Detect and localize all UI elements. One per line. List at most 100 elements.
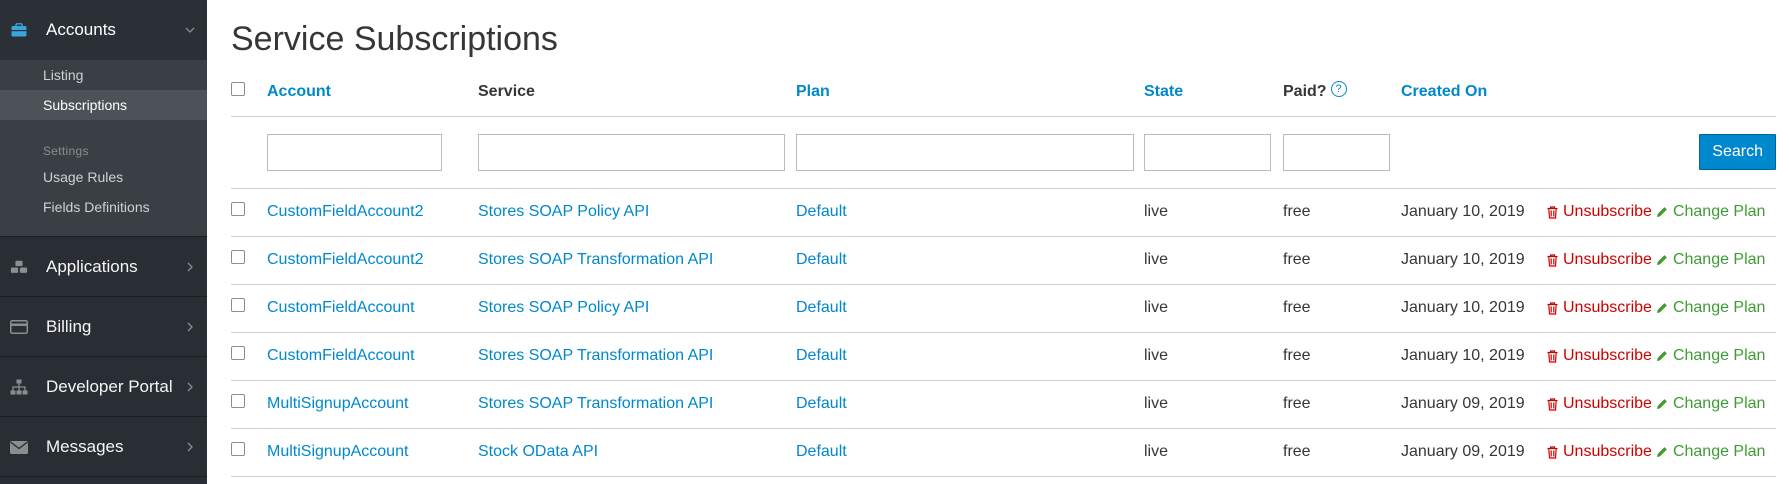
plan-filter-input[interactable]	[796, 133, 1134, 171]
sidebar-item-fields-definitions[interactable]: Fields Definitions	[0, 192, 207, 222]
account-link[interactable]: CustomFieldAccount	[267, 347, 415, 364]
sidebar-item-subscriptions[interactable]: Subscriptions	[0, 90, 207, 120]
chevron-right-icon	[185, 382, 195, 392]
plan-link[interactable]: Default	[796, 251, 847, 268]
service-cell: Stores SOAP Policy API	[478, 284, 796, 333]
plan-link[interactable]: Default	[796, 203, 847, 220]
row-checkbox[interactable]	[231, 201, 245, 216]
created-on-cell: January 09, 2019	[1401, 380, 1546, 429]
state-column-header[interactable]: State	[1144, 68, 1283, 117]
cubes-icon	[10, 258, 28, 276]
account-link[interactable]: CustomFieldAccount2	[267, 203, 424, 220]
change-plan-link[interactable]: Change Plan	[1656, 443, 1766, 461]
service-cell: Stock OData API	[478, 428, 796, 477]
plan-column-header[interactable]: Plan	[796, 68, 1144, 117]
filter-cell	[267, 116, 478, 189]
unsubscribe-link[interactable]: Unsubscribe	[1546, 443, 1652, 461]
sidebar-item-listing[interactable]: Listing	[0, 60, 207, 90]
plan-cell: Default	[796, 236, 1144, 285]
row-checkbox[interactable]	[231, 249, 245, 264]
paid-cell: free	[1283, 236, 1401, 285]
sidebar-item-label: Accounts	[46, 20, 116, 39]
unsubscribe-link[interactable]: Unsubscribe	[1546, 251, 1652, 269]
select-all-checkbox[interactable]	[231, 81, 245, 96]
sidebar-item-messages[interactable]: Messages	[0, 417, 207, 477]
row-actions: Unsubscribe Change Plan	[1546, 251, 1776, 269]
plan-link[interactable]: Default	[796, 395, 847, 412]
account-link[interactable]: MultiSignupAccount	[267, 443, 408, 460]
chevron-down-icon	[185, 25, 195, 35]
row-checkbox[interactable]	[231, 393, 245, 408]
unsubscribe-link[interactable]: Unsubscribe	[1546, 203, 1652, 221]
account-column-header[interactable]: Account	[267, 68, 478, 117]
sidebar-item-label: Developer Portal	[46, 377, 173, 396]
sidebar-item-usage-rules[interactable]: Usage Rules	[0, 162, 207, 192]
trash-icon	[1546, 397, 1559, 411]
plan-link[interactable]: Default	[796, 347, 847, 364]
sidebar-item-developer-portal[interactable]: Developer Portal	[0, 357, 207, 417]
state-cell: live	[1144, 332, 1283, 381]
plan-cell: Default	[796, 380, 1144, 429]
table-row: MultiSignupAccount Stores SOAP Transform…	[231, 380, 1776, 429]
created-on-column-header[interactable]: Created On	[1401, 68, 1546, 117]
paid-filter-input[interactable]	[1283, 133, 1390, 171]
table-row: CustomFieldAccount Stores SOAP Policy AP…	[231, 284, 1776, 333]
service-cell: Stores SOAP Transformation API	[478, 380, 796, 429]
sidebar-item-applications[interactable]: Applications	[0, 237, 207, 297]
trash-icon	[1546, 301, 1559, 315]
account-cell: CustomFieldAccount	[267, 332, 478, 381]
unsubscribe-link[interactable]: Unsubscribe	[1546, 299, 1652, 317]
table-row: CustomFieldAccount2 Stores SOAP Policy A…	[231, 188, 1776, 237]
change-plan-link[interactable]: Change Plan	[1656, 395, 1765, 413]
search-button[interactable]: Search	[1699, 134, 1776, 170]
row-select-cell	[231, 188, 267, 237]
row-checkbox[interactable]	[231, 345, 245, 360]
plan-link[interactable]: Default	[796, 299, 847, 316]
envelope-icon	[10, 438, 28, 456]
service-filter-input[interactable]	[478, 133, 785, 171]
trash-icon	[1546, 445, 1559, 459]
select-all-cell	[231, 68, 267, 117]
service-link[interactable]: Stores SOAP Policy API	[478, 203, 649, 220]
change-plan-link[interactable]: Change Plan	[1656, 251, 1765, 269]
account-link[interactable]: MultiSignupAccount	[267, 395, 408, 412]
account-cell: CustomFieldAccount2	[267, 236, 478, 285]
service-link[interactable]: Stores SOAP Transformation API	[478, 395, 713, 412]
state-cell: live	[1144, 428, 1283, 477]
change-plan-label: Change Plan	[1672, 443, 1766, 460]
chevron-right-icon	[185, 322, 195, 332]
unsubscribe-link[interactable]: Unsubscribe	[1546, 347, 1652, 365]
sidebar-item-label: Applications	[46, 257, 138, 276]
service-link[interactable]: Stock OData API	[478, 443, 598, 460]
paid-cell: free	[1283, 188, 1401, 237]
paid-column-header: Paid??	[1283, 68, 1401, 117]
pencil-icon	[1656, 205, 1669, 219]
help-icon[interactable]: ?	[1330, 80, 1347, 97]
actions-cell: Unsubscribe Change Plan	[1546, 188, 1776, 237]
plan-link[interactable]: Default	[796, 443, 847, 460]
briefcase-icon	[10, 21, 28, 39]
sidebar-item-label: Billing	[46, 317, 92, 336]
service-link[interactable]: Stores SOAP Transformation API	[478, 251, 713, 268]
state-cell: live	[1144, 188, 1283, 237]
account-link[interactable]: CustomFieldAccount2	[267, 251, 424, 268]
sidebar-item-accounts[interactable]: Accounts	[0, 0, 207, 60]
account-cell: MultiSignupAccount	[267, 428, 478, 477]
service-link[interactable]: Stores SOAP Transformation API	[478, 347, 713, 364]
page-title: Service Subscriptions	[231, 20, 558, 58]
change-plan-link[interactable]: Change Plan	[1656, 299, 1765, 317]
filter-cell	[231, 116, 267, 189]
row-checkbox[interactable]	[231, 441, 245, 456]
row-checkbox[interactable]	[231, 297, 245, 312]
change-plan-link[interactable]: Change Plan	[1656, 347, 1765, 365]
unsubscribe-link[interactable]: Unsubscribe	[1546, 395, 1652, 413]
service-column-header: Service	[478, 68, 796, 117]
change-plan-link[interactable]: Change Plan	[1656, 203, 1765, 221]
state-filter-input[interactable]	[1144, 133, 1271, 171]
trash-icon	[1546, 205, 1559, 219]
filter-cell: Search	[1546, 116, 1776, 189]
account-link[interactable]: CustomFieldAccount	[267, 299, 415, 316]
account-filter-input[interactable]	[267, 133, 442, 171]
service-link[interactable]: Stores SOAP Policy API	[478, 299, 649, 316]
sidebar-item-billing[interactable]: Billing	[0, 297, 207, 357]
